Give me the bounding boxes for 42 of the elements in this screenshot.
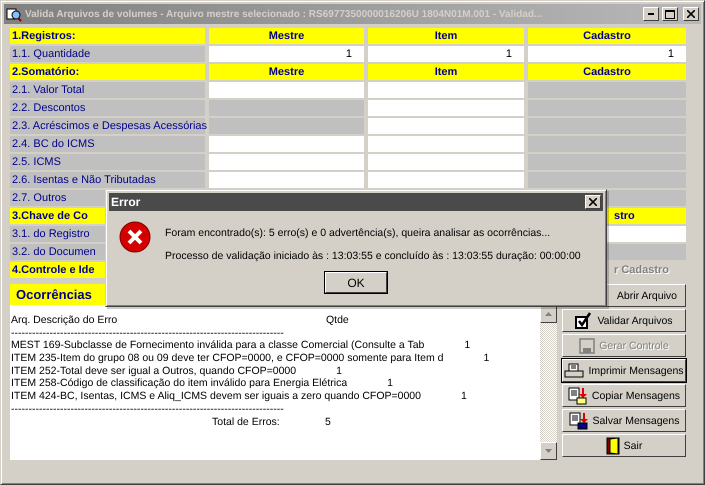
- value-field[interactable]: 1: [528, 46, 686, 62]
- column-header: Item: [368, 64, 524, 80]
- section-heading: 1.Registros:: [10, 28, 205, 44]
- row-label: 2.3. Acréscimos e Despesas Acessórias: [10, 118, 205, 134]
- column-header: Item: [368, 28, 524, 44]
- error-description: ITEM 424-BC, Isentas, ICMS e Aliq_ICMS devem ser iguais a zero quando CFOP=0000: [11, 390, 421, 403]
- row-label: 2.5. ICMS: [10, 154, 205, 170]
- value-field[interactable]: 1: [368, 46, 524, 62]
- row-label: 2.4. BC do ICMS: [10, 136, 205, 152]
- column-header: Mestre: [209, 28, 364, 44]
- action-button[interactable]: Copiar Mensagens: [562, 384, 686, 407]
- error-count: 1: [484, 352, 490, 365]
- section-heading: 2.Somatório:: [10, 64, 205, 80]
- ok-button[interactable]: OK: [325, 272, 387, 293]
- total-count: 5: [325, 416, 331, 428]
- action-button[interactable]: Sair: [562, 434, 686, 457]
- error-count: 1: [387, 377, 394, 390]
- error-description: ITEM 235-Item do grupo 08 ou 09 deve ter CFOP=0000, e CFOP=0000 somente para Item d: [11, 352, 444, 365]
- error-description: ITEM 252-Total deve ser igual a Outros, quando CFOP=0000: [11, 364, 296, 378]
- action-button[interactable]: Salvar Mensagens: [562, 409, 686, 432]
- error-count: 1: [464, 339, 470, 352]
- action-label: r Cadastro: [613, 263, 670, 278]
- column-heading: Arq. Descrição do Erro: [11, 314, 118, 327]
- dashed-rule: ------------------------------------------------------------------------------: [11, 402, 284, 416]
- column-heading: Qtde: [326, 314, 349, 327]
- row-label: 2.6. Isentas e Não Tributadas: [10, 172, 205, 188]
- row-label: 2.2. Descontos: [10, 100, 205, 116]
- error-count: 1: [336, 364, 342, 378]
- error-description: ITEM 258-Código de classificação do item inválido para Energia Elétrica: [11, 377, 348, 390]
- error-description: MEST 169-Subclasse de Fornecimento inválida para a classe Comercial (Consulte a Tab: [11, 339, 424, 352]
- column-header: Mestre: [209, 64, 364, 80]
- value-field[interactable]: 1: [209, 46, 364, 62]
- dashed-rule: ------------------------------------------------------------------------------: [11, 326, 284, 340]
- column-header: Cadastro: [528, 28, 686, 44]
- row-label: 2.1. Valor Total: [10, 82, 205, 98]
- action-button[interactable]: Validar Arquivos: [562, 309, 686, 332]
- action-button[interactable]: Imprimir Mensagens: [562, 359, 686, 382]
- dialog-title: Error: [111, 195, 140, 209]
- total-label: Total de Erros:: [212, 416, 281, 428]
- row-label: 1.1. Quantidade: [10, 46, 205, 62]
- column-header: Cadastro: [528, 64, 686, 80]
- error-count: 1: [460, 390, 467, 403]
